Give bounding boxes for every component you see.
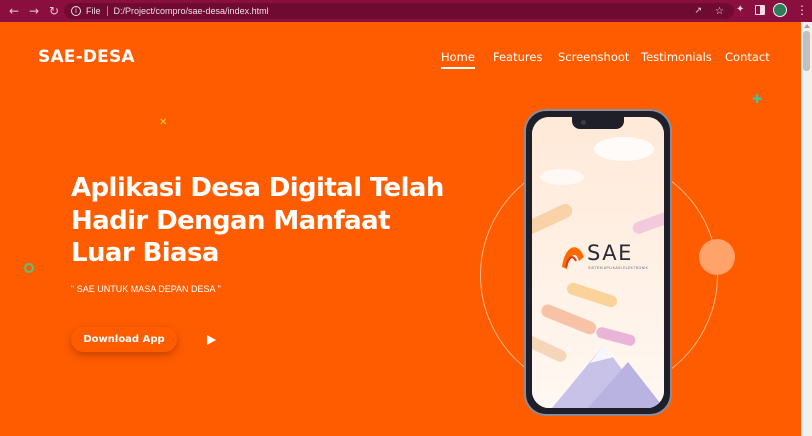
profile-avatar[interactable]: [773, 3, 787, 17]
extensions-icon[interactable]: ✦: [736, 4, 744, 15]
page-scrollbar[interactable]: [801, 22, 812, 436]
hero-headline: Aplikasi Desa Digital Telah Hadir Dengan…: [71, 172, 451, 270]
share-icon[interactable]: ↗: [694, 6, 702, 16]
app-logo-wordmark: SAE: [587, 241, 633, 265]
divider: [106, 6, 108, 16]
download-app-button[interactable]: Download App: [71, 327, 177, 352]
decorative-ring: [24, 263, 34, 273]
forward-arrow-icon[interactable]: →: [26, 3, 42, 19]
play-icon[interactable]: [207, 335, 216, 345]
headline-line-1: Aplikasi Desa Digital Telah: [71, 173, 444, 203]
info-icon[interactable]: i: [71, 6, 81, 16]
star-icon[interactable]: ☆: [715, 6, 724, 17]
decorative-bubble: [699, 239, 735, 275]
landing-page: SAE-DESA Home Features Screenshoot Testi…: [0, 22, 801, 436]
scroll-up-arrow-icon[interactable]: [804, 24, 810, 28]
phone-screen: SAE SISTEM APLIKASI ELEKTRONIK: [532, 117, 664, 408]
phone-camera: [581, 120, 586, 125]
browser-toolbar: ← → ↻ i File D:/Project/compro/sae-desa/…: [0, 0, 812, 22]
nav-item-home[interactable]: Home: [441, 50, 475, 69]
phone-mockup: SAE SISTEM APLIKASI ELEKTRONIK: [524, 109, 672, 416]
back-arrow-icon[interactable]: ←: [6, 3, 22, 19]
url-text[interactable]: D:/Project/compro/sae-desa/index.html: [114, 6, 269, 16]
decorative-plus-icon: ✚: [752, 92, 763, 106]
nav-item-testimonials[interactable]: Testimonials: [641, 50, 712, 64]
scrollbar-thumb[interactable]: [803, 31, 810, 71]
address-bar[interactable]: i File D:/Project/compro/sae-desa/index.…: [64, 3, 734, 19]
more-menu-icon[interactable]: ⋮: [796, 3, 808, 17]
nav-item-contact[interactable]: Contact: [725, 50, 770, 64]
hero-tagline: " SAE UNTUK MASA DEPAN DESA ": [71, 284, 221, 294]
brand-logo[interactable]: SAE-DESA: [38, 47, 135, 67]
nav-item-features[interactable]: Features: [493, 50, 542, 64]
app-logo-subtitle: SISTEM APLIKASI ELEKTRONIK: [588, 266, 649, 270]
headline-line-2: Hadir Dengan Manfaat: [71, 205, 391, 236]
scheme-label: File: [86, 6, 101, 16]
phone-notch: [572, 117, 624, 129]
nav-item-screenshoot[interactable]: Screenshoot: [558, 50, 629, 64]
reload-icon[interactable]: ↻: [46, 3, 62, 19]
decorative-x-icon: ✕: [159, 117, 168, 128]
headline-line-3: Luar Biasa: [71, 238, 219, 268]
side-panel-icon[interactable]: [755, 5, 765, 15]
